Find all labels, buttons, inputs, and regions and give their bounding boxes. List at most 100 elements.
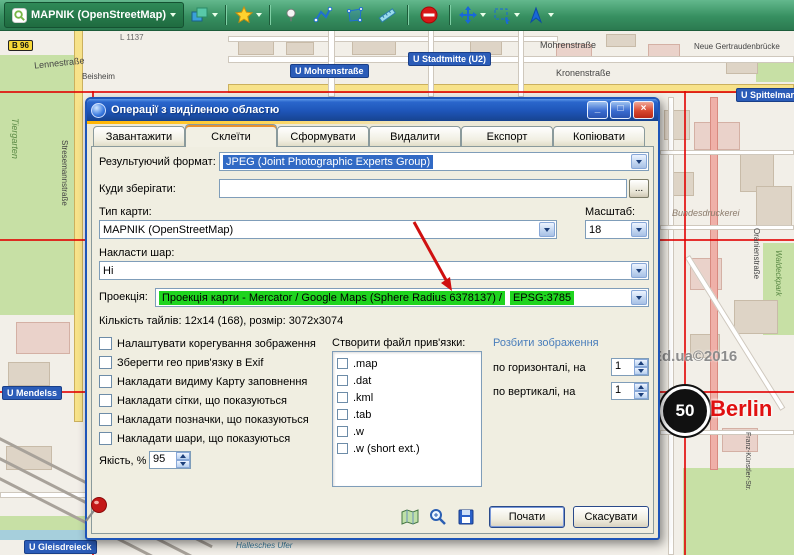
route-button[interactable] <box>308 3 338 27</box>
projection-epsg: EPSG:3785 <box>510 291 574 305</box>
option-overlay-marks[interactable]: Накладати позначки, що показуються <box>99 413 309 426</box>
scale-combo[interactable]: 18 <box>585 220 649 239</box>
preview-map-button[interactable] <box>399 506 421 528</box>
tab-generate[interactable]: Сформувати <box>277 126 369 146</box>
ubahn-station-label: U Spittelmarkt <box>736 88 794 102</box>
pan-button[interactable] <box>456 3 488 27</box>
street-label: Kronenstraße <box>556 68 611 78</box>
placemark-icon <box>282 5 300 25</box>
pan-icon <box>458 5 478 25</box>
checkbox[interactable] <box>337 375 348 386</box>
checkbox[interactable] <box>99 432 112 445</box>
format-combo[interactable]: JPEG (Joint Photographic Experts Group) <box>219 152 649 171</box>
spin-down-button[interactable] <box>176 460 190 468</box>
browse-button[interactable]: ... <box>629 179 649 198</box>
georef-item-tab[interactable]: .tab <box>337 406 481 423</box>
dialog-titlebar[interactable]: Операції з виділеною областю _ □ × <box>87 99 658 121</box>
dialog-app-icon <box>91 103 106 118</box>
tab-copy[interactable]: Копіювати <box>553 126 645 146</box>
road <box>668 97 674 555</box>
checkbox[interactable] <box>337 392 348 403</box>
select-button[interactable] <box>490 3 522 27</box>
main-toolbar: MAPNIK (OpenStreetMap) <box>0 0 794 31</box>
road-badge: B 96 <box>8 40 33 51</box>
layers-button[interactable] <box>188 3 220 27</box>
save-settings-button[interactable] <box>455 506 477 528</box>
map-type-combo[interactable]: MAPNIK (OpenStreetMap) <box>99 220 557 239</box>
georef-item-w[interactable]: .w <box>337 423 481 440</box>
projection-combo[interactable]: Проекція карти - Mercator / Google Maps … <box>155 288 649 307</box>
chevron-down-icon <box>514 13 520 17</box>
tab-stitch[interactable]: Склеїти <box>185 124 277 147</box>
overlay-value: Ні <box>103 265 113 277</box>
tab-download[interactable]: Завантажити <box>93 126 185 146</box>
ruler-button[interactable] <box>372 3 402 27</box>
minimize-button[interactable]: _ <box>587 101 608 119</box>
chevron-down-icon <box>170 13 176 17</box>
building <box>8 362 50 386</box>
split-horizontal-spinner[interactable]: 1 <box>611 358 649 376</box>
spin-up-button[interactable] <box>634 383 648 391</box>
map-source-button[interactable]: MAPNIK (OpenStreetMap) <box>4 2 184 28</box>
spin-down-button[interactable] <box>634 367 648 375</box>
poi-label: Bundesdruckerei <box>672 208 740 218</box>
georef-item-dat[interactable]: .dat <box>337 372 481 389</box>
checkbox[interactable] <box>99 375 112 388</box>
zoom-preview-button[interactable] <box>427 506 449 528</box>
checkbox[interactable] <box>99 356 112 369</box>
dropdown-button[interactable] <box>631 290 647 305</box>
toolbar-separator <box>269 5 271 25</box>
checkbox[interactable] <box>337 426 348 437</box>
maximize-button[interactable]: □ <box>610 101 631 119</box>
georef-item-w-short[interactable]: .w (short ext.) <box>337 440 481 457</box>
spin-up-button[interactable] <box>634 359 648 367</box>
road <box>518 30 524 97</box>
option-overlay-fillmap[interactable]: Накладати видиму Карту заповнення <box>99 375 307 388</box>
dropdown-button[interactable] <box>631 263 647 278</box>
placemark-button[interactable] <box>276 3 306 27</box>
checkbox[interactable] <box>337 409 348 420</box>
checkbox[interactable] <box>337 443 348 454</box>
save-path-input[interactable] <box>219 179 627 198</box>
overlay-combo[interactable]: Ні <box>99 261 649 280</box>
favorites-button[interactable] <box>232 3 264 27</box>
option-overlay-grids[interactable]: Накладати сітки, що показуються <box>99 394 287 407</box>
overlay-label: Накласти шар: <box>99 247 174 259</box>
building <box>238 40 274 55</box>
option-overlay-layers[interactable]: Накладати шари, що показуються <box>99 432 290 445</box>
tab-delete[interactable]: Видалити <box>369 126 461 146</box>
tab-export[interactable]: Експорт <box>461 126 553 146</box>
spin-down-button[interactable] <box>634 391 648 399</box>
tiles-info: Кількість тайлів: 12x14 (168), розмір: 3… <box>99 315 343 327</box>
quality-spinner[interactable]: 95 <box>149 451 191 469</box>
cancel-button[interactable]: Скасувати <box>573 506 649 528</box>
spinner-value: 1 <box>615 384 621 396</box>
dropdown-button[interactable] <box>539 222 555 237</box>
polygon-button[interactable] <box>340 3 370 27</box>
option-adjust-image[interactable]: Налаштувати корегування зображення <box>99 337 316 350</box>
georef-label: Створити файл прив'язки: <box>332 337 465 349</box>
checkbox[interactable] <box>99 413 112 426</box>
road <box>74 30 83 422</box>
pushpin-icon[interactable] <box>80 494 110 524</box>
split-vertical-spinner[interactable]: 1 <box>611 382 649 400</box>
spin-up-button[interactable] <box>176 452 190 460</box>
checkbox[interactable] <box>99 394 112 407</box>
checkbox[interactable] <box>99 337 112 350</box>
park-label: Tiergarten <box>10 118 20 159</box>
option-save-exif[interactable]: Зберегти гео прив'язку в Exif <box>99 356 263 369</box>
georef-item-kml[interactable]: .kml <box>337 389 481 406</box>
close-button[interactable]: × <box>633 101 654 119</box>
dropdown-button[interactable] <box>631 154 647 169</box>
toolbar-separator <box>449 5 451 25</box>
no-entry-button[interactable] <box>414 3 444 27</box>
dropdown-button[interactable] <box>631 222 647 237</box>
georef-listbox[interactable]: .map .dat .kml .tab .w .w (short ext.) <box>332 351 482 487</box>
checkbox[interactable] <box>337 358 348 369</box>
street-label: Neue Gertraudenbrücke <box>694 42 780 51</box>
ubahn-station-label: U Mendelss <box>2 386 62 400</box>
navigate-button[interactable] <box>524 3 556 27</box>
split-vertical-label: по вертикалі, на <box>493 386 575 398</box>
start-button[interactable]: Почати <box>489 506 565 528</box>
georef-item-map[interactable]: .map <box>337 355 481 372</box>
